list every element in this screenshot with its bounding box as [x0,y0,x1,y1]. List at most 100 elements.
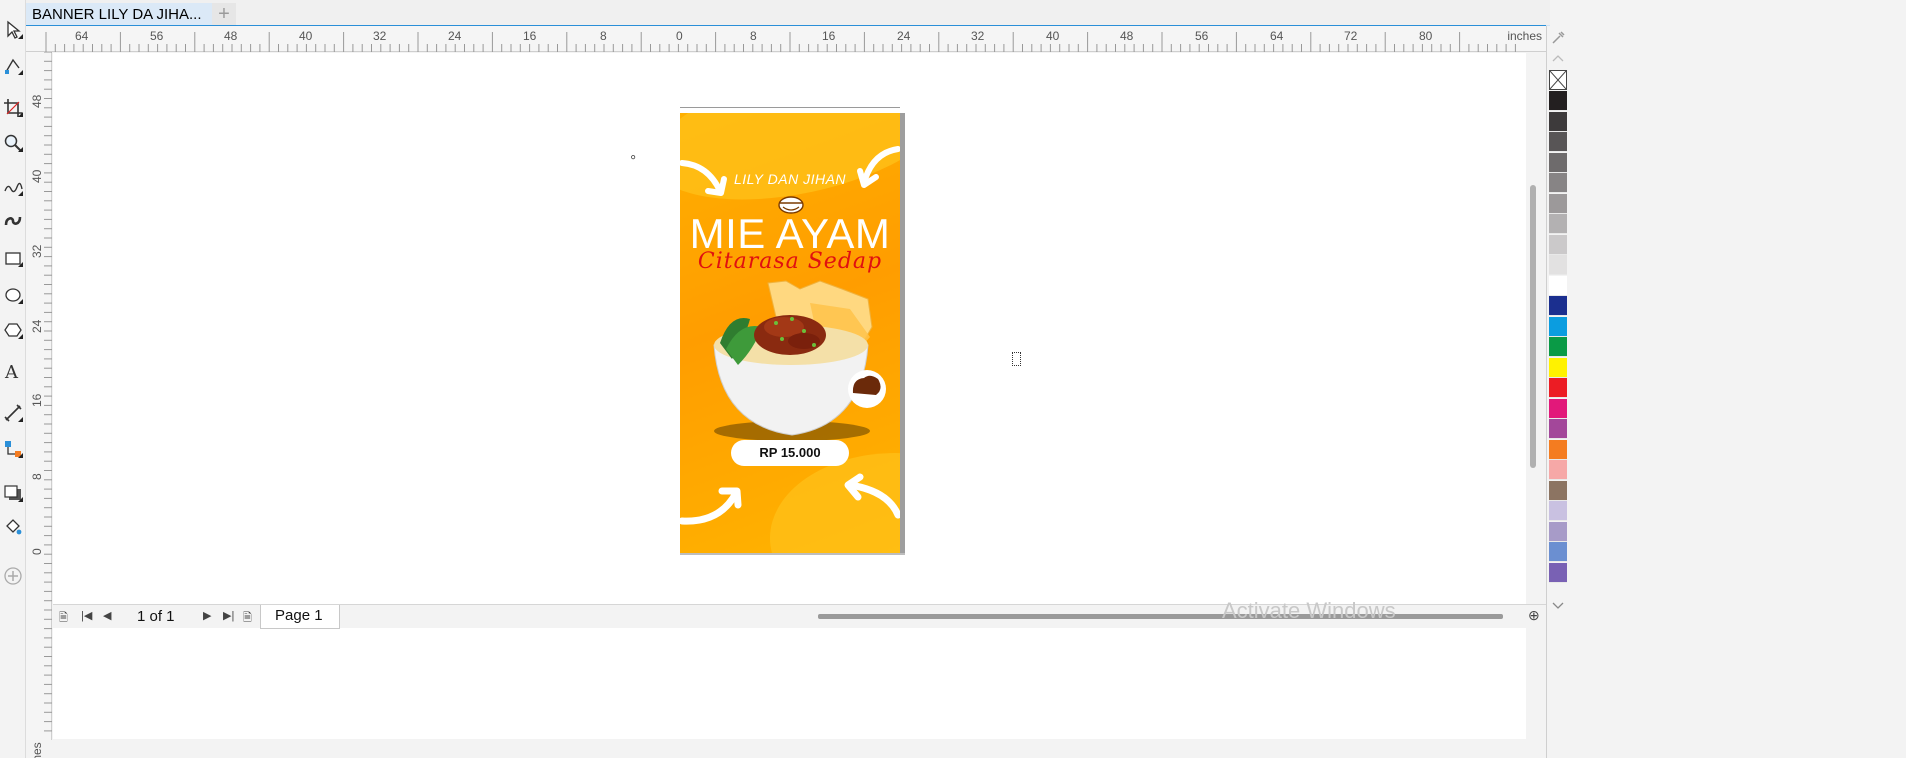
color-swatch[interactable] [1549,316,1567,337]
text-tool[interactable]: A [0,356,26,386]
v-tick-label: 48 [30,94,44,108]
color-swatch[interactable] [1549,337,1567,357]
v-tick-label: 32 [30,244,44,258]
ellipse-tool[interactable] [0,280,26,310]
page-settings-icon[interactable]: 🗎 [59,609,68,628]
add-tool-button[interactable] [0,561,26,591]
document-tab[interactable]: BANNER LILY DA JIHA... [26,3,212,26]
add-page-icon[interactable]: 🗎 [243,609,252,628]
h-tick-label: 40 [299,29,313,43]
svg-text:A: A [4,362,19,381]
color-palette [1546,26,1568,758]
zoom-tool[interactable] [0,128,26,158]
h-tick-label: 64 [75,29,89,43]
activation-watermark: Activate Windows [1222,598,1396,623]
freehand-tool[interactable] [0,172,26,202]
h-tick-label: 40 [1046,29,1060,43]
banner-artwork[interactable]: LILY DAN JIHAN MIE AYAM Citarasa Sedap R… [680,113,900,553]
h-tick-label: 16 [822,29,836,43]
color-swatch[interactable] [1549,152,1567,173]
noodle-bowl-icon [713,315,870,441]
eyedropper-icon[interactable] [1550,30,1566,46]
document-tab-bar: BANNER LILY DA JIHA... + [0,0,1550,26]
v-tick-label: 24 [30,319,44,333]
shape-tool[interactable] [0,51,26,81]
color-swatch[interactable] [1549,562,1567,583]
v-tick-label: 16 [30,393,44,407]
coreldraw-window: BANNER LILY DA JIHA... + A 64 56 48 40 3… [0,0,1906,758]
horizontal-ruler[interactable]: 64 56 48 40 32 24 16 8 0 8 16 24 32 40 4… [26,26,1546,52]
arrow-icon [680,487,742,525]
interactive-fill-tool[interactable] [0,512,26,542]
text-icon: A [4,362,19,383]
dimension-tool[interactable] [0,398,26,428]
next-page-icon[interactable]: ▶ [203,609,211,622]
color-swatch[interactable] [1549,132,1567,152]
h-tick-label: 64 [1270,29,1284,43]
v-tick-label: 40 [30,169,44,183]
color-swatch[interactable] [1549,275,1567,296]
arrow-icon [844,473,900,519]
chevron-down-icon[interactable] [1550,600,1566,612]
horizontal-scrollbar[interactable] [818,614,1503,619]
brand-name-text: LILY DAN JIHAN [733,171,847,187]
last-page-icon[interactable]: ▶| [223,609,234,622]
color-swatch[interactable] [1549,111,1567,132]
artistic-media-icon [4,216,22,226]
new-document-tab-button[interactable]: + [212,3,236,26]
crop-tool[interactable] [0,93,26,123]
h-tick-label: 24 [448,29,462,43]
polygon-tool[interactable] [0,315,26,345]
h-tick-label: 72 [1344,29,1358,43]
vertical-ruler[interactable]: 48 40 32 24 16 8 0 inches [26,52,52,758]
plus-circle-icon [4,567,22,585]
no-fill-swatch[interactable] [1549,70,1567,90]
artistic-media-tool[interactable] [0,206,26,236]
drop-shadow-tool[interactable] [0,478,26,508]
h-tick-label: 32 [373,29,387,43]
color-swatch[interactable] [1549,419,1567,439]
v-tick-label: 0 [30,548,44,555]
page-count: 1 of 1 [137,608,175,625]
color-swatch[interactable] [1549,173,1567,193]
pick-tool[interactable] [0,15,26,45]
zoom-navigator-icon[interactable]: ⊕ [1528,607,1540,624]
h-tick-label: 80 [1419,29,1433,43]
color-swatch[interactable] [1549,398,1567,419]
color-swatch[interactable] [1549,296,1567,316]
page-tab[interactable]: Page 1 [260,605,340,629]
toolbox: A [0,0,26,758]
color-swatch[interactable] [1549,357,1567,378]
vertical-scrollbar[interactable] [1530,185,1536,468]
ruler-units-label: inches [1507,29,1542,43]
mushroom-badge-icon [848,370,886,408]
rectangle-tool[interactable] [0,243,26,273]
color-swatch[interactable] [1549,460,1567,480]
previous-page-icon[interactable]: ◀ [103,609,111,622]
color-swatch[interactable] [1549,214,1567,234]
color-swatch[interactable] [1549,193,1567,214]
horizontal-ruler-ticks [45,32,1516,52]
color-swatch[interactable] [1549,91,1567,111]
price-badge: RP 15.000 [731,440,849,466]
h-tick-label: 48 [224,29,238,43]
color-swatch[interactable] [1549,255,1567,275]
color-swatch[interactable] [1549,521,1567,542]
color-swatch[interactable] [1549,501,1567,521]
chevron-up-icon[interactable] [1550,52,1566,64]
h-tick-label: 56 [150,29,164,43]
ruler-units-label: inches [30,742,44,758]
v-tick-label: 8 [30,473,44,480]
h-tick-label: 0 [676,29,683,43]
connector-tool[interactable] [0,434,26,464]
object-marker-icon: ⸰ [630,152,637,164]
color-swatch[interactable] [1549,480,1567,501]
color-swatch[interactable] [1549,234,1567,255]
text-cursor-icon [1012,352,1021,366]
h-tick-label: 48 [1120,29,1134,43]
first-page-icon[interactable]: |◀ [81,609,92,622]
color-swatch[interactable] [1549,542,1567,562]
color-swatch[interactable] [1549,378,1567,398]
h-tick-label: 24 [897,29,911,43]
color-swatch[interactable] [1549,439,1567,460]
